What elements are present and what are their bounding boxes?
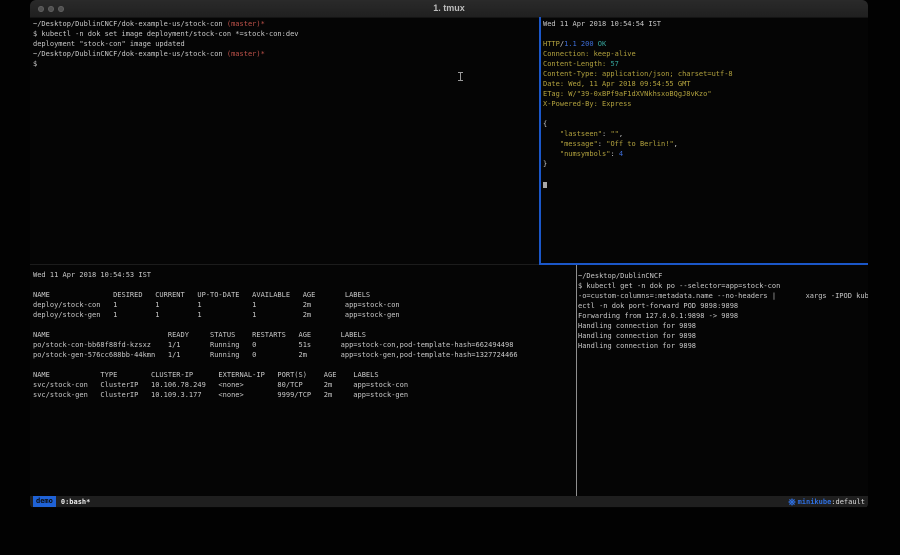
terminal-line: Forwarding from 127.0.0.1:9898 -> 9898 [578, 311, 868, 321]
kube-namespace: :default [831, 498, 865, 506]
terminal-line: $ kubectl get -n dok po --selector=app=s… [578, 281, 868, 291]
terminal-line: "numsymbols": 4 [543, 149, 868, 159]
terminal-line: po/stock-con-bb68f88fd-kzsxz 1/1 Running… [33, 340, 575, 350]
mouse-text-cursor-bar [460, 72, 461, 81]
terminal-line: Content-Length: 57 [543, 59, 868, 69]
status-bar-right: minikube :default [788, 498, 865, 506]
pane-port-forward[interactable]: ~/Desktop/DublinCNCF$ kubectl get -n dok… [577, 265, 868, 496]
terminal-line: Date: Wed, 11 Apr 2018 09:54:55 GMT [543, 79, 868, 89]
terminal-line: svc/stock-con ClusterIP 10.106.78.249 <n… [33, 380, 575, 390]
terminal-window: 1. tmux ~/Desktop/DublinCNCF/dok-example… [30, 0, 868, 508]
terminal-line [33, 280, 575, 290]
terminal-line: Content-Type: application/json; charset=… [543, 69, 868, 79]
terminal-line: -o=custom-columns=:metadata.name --no-he… [578, 291, 868, 301]
tmux-window-tab[interactable]: 0:bash* [61, 498, 91, 506]
terminal-line: "message": "Off to Berlin!", [543, 139, 868, 149]
terminal-line: Wed 11 Apr 2018 10:54:54 IST [543, 19, 868, 29]
terminal-line: ~/Desktop/DublinCNCF/dok-example-us/stoc… [33, 49, 539, 59]
terminal-line: HTTP/1.1 200 OK [543, 39, 868, 49]
terminal-line: $ [33, 59, 539, 69]
terminal-line: ETag: W/"39-0xBPf9aF1dXVNkhsxoBQgJ8vKzo" [543, 89, 868, 99]
terminal-line: ectl -n dok port-forward POD 9898:9898 [578, 301, 868, 311]
terminal-line: po/stock-gen-576cc688bb-44kmn 1/1 Runnin… [33, 350, 575, 360]
terminal-line: deploy/stock-con 1 1 1 1 2m app=stock-co… [33, 300, 575, 310]
terminal-line: deployment "stock-con" image updated [33, 39, 539, 49]
terminal-line [543, 29, 868, 39]
pane-shell-kubectl-set-image[interactable]: ~/Desktop/DublinCNCF/dok-example-us/stoc… [30, 17, 539, 263]
terminal-line: Handling connection for 9898 [578, 321, 868, 331]
terminal-block-cursor [543, 182, 547, 188]
window-titlebar[interactable]: 1. tmux [30, 0, 868, 18]
terminal-line: "lastseen": "", [543, 129, 868, 139]
terminal-line [543, 179, 868, 189]
desktop-background: 1. tmux ~/Desktop/DublinCNCF/dok-example… [0, 0, 900, 555]
terminal-line [33, 320, 575, 330]
terminal-line: deploy/stock-gen 1 1 1 1 2m app=stock-ge… [33, 310, 575, 320]
terminal-line: $ kubectl -n dok set image deployment/st… [33, 29, 539, 39]
terminal-line: ~/Desktop/DublinCNCF/dok-example-us/stoc… [33, 19, 539, 29]
tmux-status-bar: demo 0:bash* minikube :default [30, 496, 868, 507]
terminal-line: Handling connection for 9898 [578, 341, 868, 351]
tmux-session-name: demo [33, 496, 56, 507]
mouse-text-cursor [458, 72, 463, 81]
terminal-line: Wed 11 Apr 2018 10:54:53 IST [33, 270, 575, 280]
terminal-line [543, 169, 868, 179]
terminal-line: Handling connection for 9898 [578, 331, 868, 341]
pane-http-response[interactable]: Wed 11 Apr 2018 10:54:54 IST HTTP/1.1 20… [541, 17, 868, 263]
terminal-line: svc/stock-gen ClusterIP 10.109.3.177 <no… [33, 390, 575, 400]
window-title: 1. tmux [30, 0, 868, 17]
terminal-line: { [543, 119, 868, 129]
helm-wheel-icon [788, 498, 796, 506]
terminal-line: Connection: keep-alive [543, 49, 868, 59]
terminal-line: } [543, 159, 868, 169]
kube-context: minikube [798, 498, 832, 506]
terminal-line [543, 109, 868, 119]
terminal-line: NAME TYPE CLUSTER-IP EXTERNAL-IP PORT(S)… [33, 370, 575, 380]
terminal-line: NAME DESIRED CURRENT UP-TO-DATE AVAILABL… [33, 290, 575, 300]
status-bar-left: demo 0:bash* [33, 496, 90, 507]
terminal-line: NAME READY STATUS RESTARTS AGE LABELS [33, 330, 575, 340]
terminal-line: ~/Desktop/DublinCNCF [578, 271, 868, 281]
terminal-line [33, 360, 575, 370]
terminal-line: X-Powered-By: Express [543, 99, 868, 109]
pane-kubectl-resources-watch[interactable]: Wed 11 Apr 2018 10:54:53 IST NAME DESIRE… [30, 265, 575, 496]
